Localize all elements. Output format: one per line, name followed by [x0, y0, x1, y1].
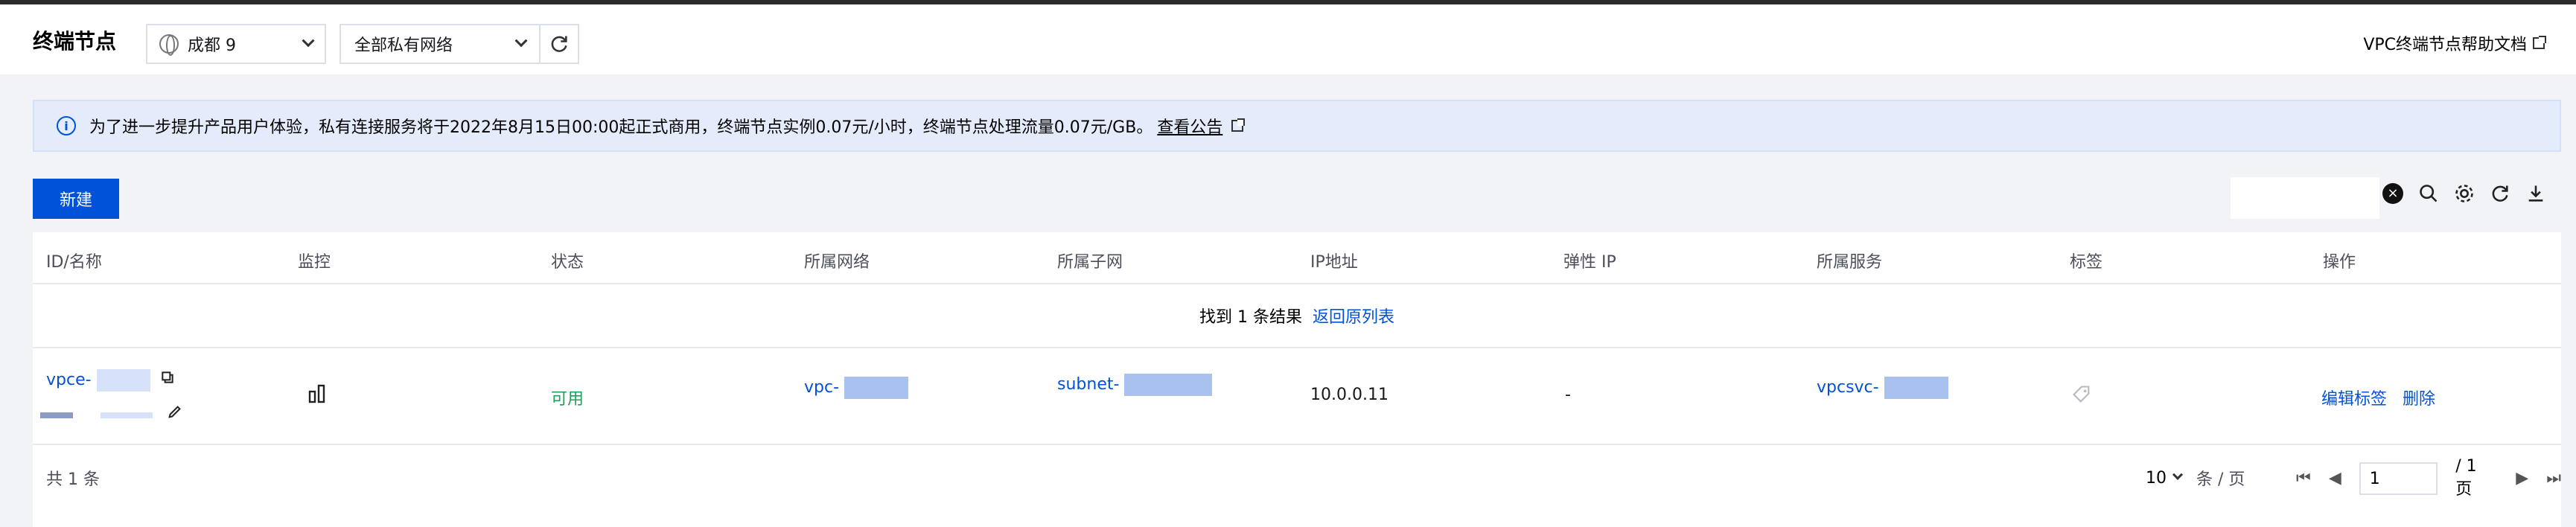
page-size-select[interactable]: 10 条 / 页 [2146, 466, 2245, 490]
redacted-name [101, 412, 153, 418]
clear-search-button[interactable]: × [2382, 183, 2403, 204]
vpc-cell: vpc- [804, 377, 909, 399]
refresh-icon [2492, 185, 2508, 202]
help-doc-label: VPC终端节点帮助文档 [2363, 36, 2527, 54]
region-label: 成都 9 [188, 36, 236, 55]
region-select[interactable]: 成都 9 [146, 24, 326, 64]
search-icon [2420, 185, 2438, 202]
endpoint-table: ID/名称 监控 状态 所属网络 所属子网 IP地址 弹性 IP 所属服务 标签… [33, 232, 2561, 527]
found-count-text: 找到 1 条结果 [1199, 308, 1302, 327]
endpoint-id-cell: vpce- [46, 369, 175, 392]
first-page-icon[interactable]: ⏮ [2296, 469, 2311, 488]
info-icon: i [57, 116, 76, 135]
notice-banner: i 为了进一步提升产品用户体验，私有连接服务将于2022年8月15日00:00起… [33, 100, 2561, 152]
new-button[interactable]: 新建 [33, 179, 119, 219]
page-title: 终端节点 [33, 29, 117, 54]
table-header: ID/名称 监控 状态 所属网络 所属子网 IP地址 弹性 IP 所属服务 标签… [33, 232, 2561, 284]
col-status: 状态 [551, 253, 584, 272]
total-count: 共 1 条 [46, 470, 100, 489]
table-row: vpce- 可用 vpc- subnet- 10.0.0.11 - vpcsvc… [33, 348, 2561, 445]
prev-page-icon[interactable]: ◀ [2329, 469, 2341, 488]
col-eip: 弹性 IP [1563, 253, 1616, 272]
subnet-cell: subnet- [1057, 374, 1213, 396]
col-monitor: 监控 [298, 253, 331, 272]
row-actions: 编辑标签 删除 [2321, 386, 2435, 409]
col-subnet: 所属子网 [1057, 253, 1123, 272]
col-ip: IP地址 [1310, 253, 1358, 272]
table-footer: 共 1 条 10 条 / 页 ⏮ ◀ 1 / 1 页 ▶ ⏭ [33, 445, 2561, 509]
close-icon: × [2382, 183, 2403, 204]
top-bar: 终端节点 成都 9 全部私有网络 VPC终端节点帮助文档 [0, 0, 2576, 74]
notice-text: 为了进一步提升产品用户体验，私有连接服务将于2022年8月15日00:00起正式… [89, 118, 1153, 137]
col-vpc: 所属网络 [804, 253, 870, 272]
ip-address: 10.0.0.11 [1310, 386, 1389, 404]
last-page-icon[interactable]: ⏭ [2546, 469, 2561, 488]
service-cell: vpcsvc- [1817, 377, 1948, 399]
per-page-label: 条 / 页 [2196, 470, 2245, 489]
edit-tags-button[interactable]: 编辑标签 [2321, 390, 2387, 409]
external-link-icon [2533, 36, 2546, 49]
vpc-filter-select[interactable]: 全部私有网络 [339, 24, 541, 64]
page-number-input[interactable]: 1 [2359, 461, 2438, 495]
redacted-vpc [844, 377, 909, 399]
download-button[interactable] [2525, 183, 2546, 204]
search-input[interactable] [2231, 177, 2379, 219]
notice-link[interactable]: 查看公告 [1157, 114, 1222, 138]
col-actions: 操作 [2323, 253, 2356, 272]
gear-icon [2455, 185, 2473, 202]
chevron-down-icon [514, 34, 528, 48]
redacted-subnet [1124, 374, 1213, 396]
tag-icon[interactable] [2071, 384, 2092, 409]
monitor-button[interactable] [308, 384, 326, 408]
endpoint-name-cell [40, 403, 183, 424]
help-doc-link[interactable]: VPC终端节点帮助文档 [2363, 31, 2546, 55]
vpc-filter-label: 全部私有网络 [354, 36, 453, 55]
back-to-list-link[interactable]: 返回原列表 [1313, 304, 1394, 328]
copy-icon[interactable] [160, 370, 175, 389]
status-badge: 可用 [551, 390, 584, 409]
chevron-down-icon [302, 34, 315, 48]
col-tags: 标签 [2070, 253, 2103, 272]
eip-value: - [1565, 386, 1571, 404]
table-refresh-button[interactable] [2490, 183, 2510, 204]
search-button[interactable] [2418, 183, 2439, 204]
col-service: 所属服务 [1817, 253, 1883, 272]
bar-chart-icon [308, 384, 325, 403]
redacted-id [96, 369, 150, 392]
next-page-icon[interactable]: ▶ [2516, 469, 2528, 488]
endpoint-id-link[interactable]: vpce- [46, 371, 92, 389]
search-result-row: 找到 1 条结果 返回原列表 [33, 284, 2561, 348]
page-total: / 1 页 [2455, 457, 2477, 499]
globe-icon [159, 34, 179, 56]
refresh-button[interactable] [539, 24, 579, 64]
chevron-down-icon [2172, 469, 2184, 480]
redacted-service [1884, 377, 1948, 399]
refresh-icon [551, 36, 567, 52]
edit-name-icon[interactable] [167, 403, 183, 424]
external-link-icon [1231, 118, 1246, 132]
col-id-name: ID/名称 [46, 253, 102, 272]
service-link[interactable]: vpcsvc- [1817, 378, 1879, 397]
page-size-value: 10 [2146, 468, 2167, 488]
download-icon [2528, 185, 2543, 202]
redacted-name [40, 412, 73, 418]
pagination: ⏮ ◀ 1 / 1 页 ▶ ⏭ [2296, 457, 2561, 499]
vpc-link[interactable]: vpc- [804, 378, 839, 397]
table-toolbar: × [2382, 183, 2546, 204]
delete-button[interactable]: 删除 [2403, 390, 2435, 409]
settings-button[interactable] [2454, 183, 2475, 204]
subnet-link[interactable]: subnet- [1057, 375, 1119, 394]
